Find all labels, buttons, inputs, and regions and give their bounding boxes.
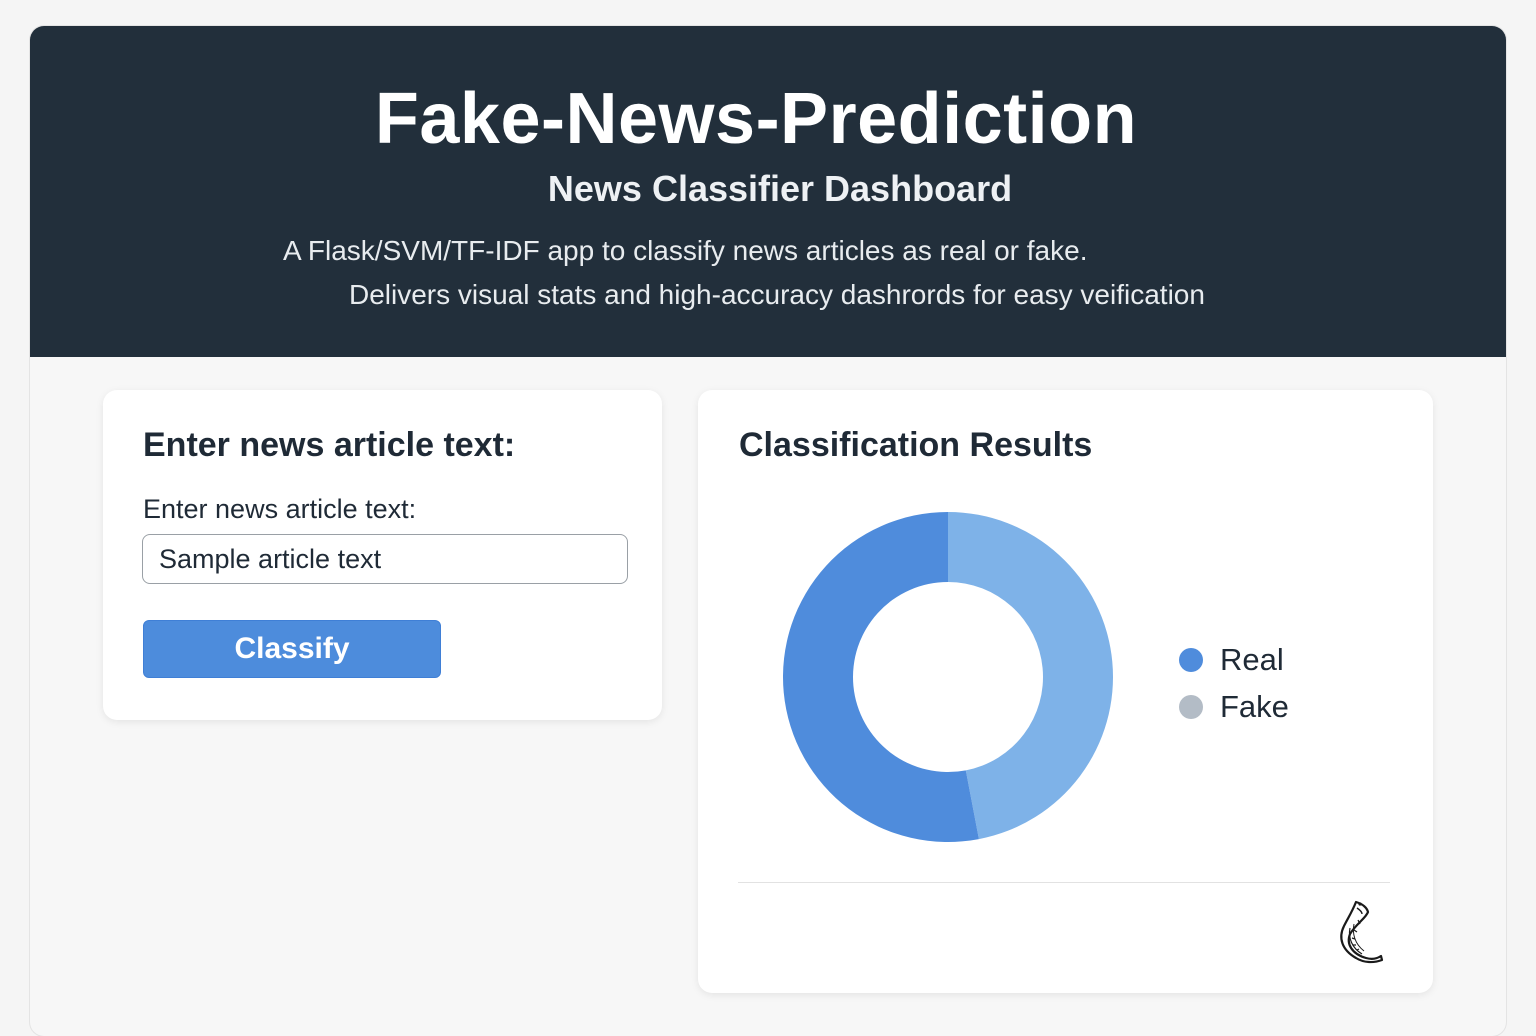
flask-horn-icon: [1340, 900, 1384, 964]
app-window: Fake-News-Prediction News Classifier Das…: [30, 26, 1506, 1036]
legend-label-real: Real: [1220, 642, 1284, 677]
results-card-title: Classification Results: [739, 426, 1093, 464]
legend-swatch-fake: [1179, 695, 1203, 719]
article-text-input[interactable]: [142, 534, 628, 584]
input-card: Enter news article text: Enter news arti…: [103, 390, 662, 720]
description-line-2: Delivers visual stats and high-accuracy …: [349, 279, 1205, 310]
page-title: Fake-News-Prediction: [374, 79, 1138, 159]
page-subtitle: News Classifier Dashboard: [547, 168, 1013, 209]
card-divider: [738, 882, 1390, 883]
donut-chart: [782, 512, 1113, 842]
donut-slice-fake: [948, 512, 1113, 840]
results-card: Classification Results Real Fake: [698, 390, 1433, 993]
legend-label-fake: Fake: [1220, 689, 1289, 724]
input-card-title: Enter news article text:: [143, 426, 516, 464]
article-text-label: Enter news article text:: [143, 494, 417, 524]
header-banner: Fake-News-Prediction News Classifier Das…: [30, 26, 1506, 357]
description-line-1: A Flask/SVM/TF-IDF app to classify news …: [283, 235, 1088, 266]
classify-button[interactable]: Classify: [143, 620, 441, 678]
legend-swatch-real: [1179, 648, 1203, 672]
